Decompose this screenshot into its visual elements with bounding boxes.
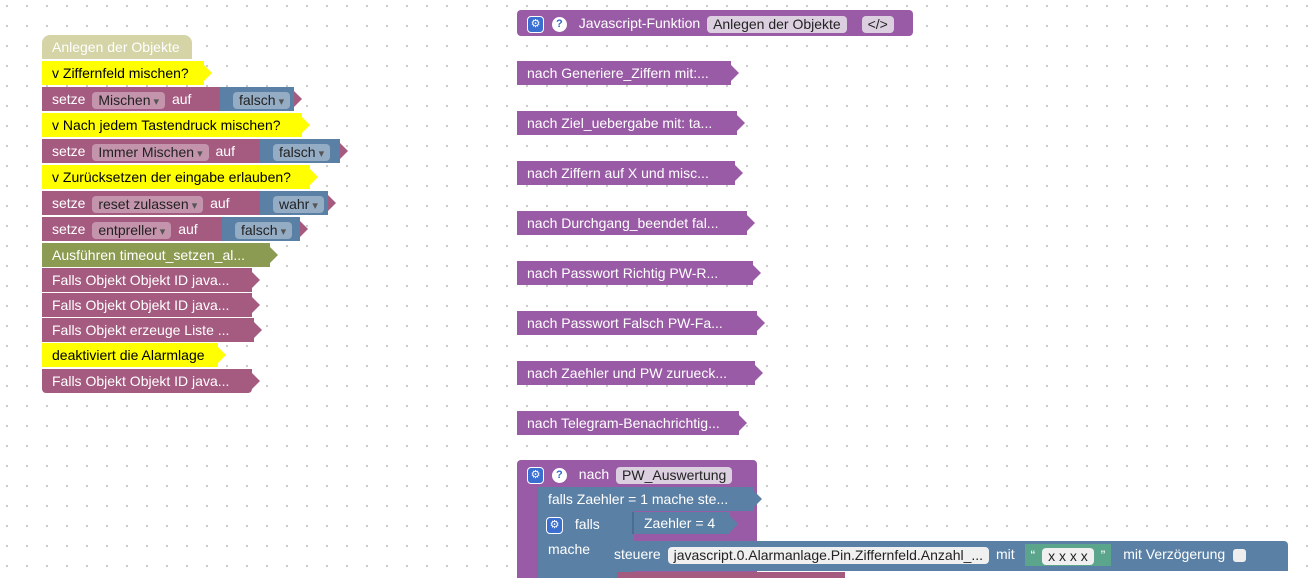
- execute-block[interactable]: Ausführen timeout_setzen_al...: [42, 243, 278, 267]
- boolean-block[interactable]: wahr: [260, 191, 328, 215]
- boolean-dropdown[interactable]: falsch: [235, 221, 293, 239]
- do-label: mache: [548, 541, 591, 557]
- set-label: setze: [52, 143, 86, 159]
- comment-block[interactable]: v Zurücksetzen der eingabe erlauben?: [42, 165, 318, 189]
- to-label: auf: [210, 195, 230, 211]
- set-label: setze: [52, 221, 86, 237]
- delay-checkbox[interactable]: [1233, 548, 1247, 562]
- variable-dropdown[interactable]: reset zulassen: [92, 195, 204, 213]
- variable-dropdown[interactable]: Immer Mischen: [92, 143, 209, 161]
- falls-object-block[interactable]: Falls Objekt erzeuge Liste ...: [42, 318, 262, 342]
- comment-block[interactable]: deaktiviert die Alarmlage: [42, 343, 226, 367]
- procedure-call-block[interactable]: nach Zaehler und PW zurueck...: [517, 361, 763, 385]
- help-icon[interactable]: ?: [551, 16, 567, 32]
- code-icon[interactable]: </>: [861, 15, 894, 33]
- to-label: auf: [171, 91, 192, 107]
- set-label: setze: [52, 91, 86, 107]
- gear-icon[interactable]: ⚙: [527, 466, 544, 484]
- procedure-call-block[interactable]: nach Durchgang_beendet fal...: [517, 211, 755, 235]
- control-block[interactable]: steuere javascript.0.Alarmanlage.Pin.Zif…: [604, 541, 1288, 571]
- procedure-name-field[interactable]: PW_Auswertung: [616, 466, 733, 484]
- text-value-field[interactable]: x x x x: [1042, 548, 1094, 566]
- open-quote-icon: “: [1030, 547, 1036, 564]
- boolean-dropdown[interactable]: falsch: [273, 143, 331, 161]
- set-variable-block[interactable]: setze reset zulassen auf wahr: [42, 191, 336, 215]
- procedure-call-block[interactable]: nach Telegram-Benachrichtig...: [517, 411, 747, 435]
- condition-block[interactable]: Zaehler = 4: [632, 512, 738, 534]
- text-block[interactable]: “ x x x x ”: [1024, 544, 1112, 567]
- set-variable-block[interactable]: setze Mischen auf falsch: [42, 87, 302, 111]
- boolean-block[interactable]: falsch: [222, 217, 300, 241]
- javascript-function-block[interactable]: ⚙ ? Javascript-Funktion Anlegen der Obje…: [517, 10, 913, 36]
- procedure-call-block[interactable]: nach Generiere_Ziffern mit:...: [517, 61, 739, 85]
- variable-dropdown[interactable]: Mischen: [92, 91, 166, 109]
- boolean-block[interactable]: falsch: [260, 139, 340, 163]
- help-icon[interactable]: ?: [551, 467, 567, 483]
- falls-object-block[interactable]: Falls Objekt Objekt ID java...: [42, 268, 260, 292]
- comment-block[interactable]: v Ziffernfeld mischen?: [42, 61, 212, 85]
- procedure-call-block[interactable]: nach Passwort Falsch PW-Fa...: [517, 311, 765, 335]
- comment-block[interactable]: v Nach jedem Tastendruck mischen?: [42, 113, 310, 137]
- hat-block[interactable]: Anlegen der Objekte: [42, 35, 192, 59]
- function-name-field[interactable]: Anlegen der Objekte: [707, 15, 847, 33]
- next-block-edge: [617, 572, 845, 578]
- procedure-label: nach: [578, 466, 610, 482]
- procedure-call-block[interactable]: nach Passwort Richtig PW-R...: [517, 261, 761, 285]
- boolean-block[interactable]: falsch: [220, 87, 294, 111]
- procedure-call-block[interactable]: nach Ziel_uebergabe mit: ta...: [517, 111, 745, 135]
- with-label: mit: [995, 546, 1015, 562]
- set-variable-block[interactable]: setze Immer Mischen auf falsch: [42, 139, 348, 163]
- object-id-field[interactable]: javascript.0.Alarmanlage.Pin.Ziffernfeld…: [667, 546, 990, 564]
- function-type-label: Javascript-Funktion: [578, 15, 701, 31]
- falls-object-block[interactable]: Falls Objekt Objekt ID java...: [42, 369, 260, 393]
- gear-icon[interactable]: ⚙: [546, 516, 563, 534]
- procedure-call-block[interactable]: nach Ziffern auf X und misc...: [517, 161, 743, 185]
- close-quote-icon: ”: [1100, 547, 1106, 564]
- boolean-dropdown[interactable]: falsch: [233, 91, 291, 109]
- set-label: setze: [52, 195, 86, 211]
- to-label: auf: [215, 143, 235, 159]
- boolean-dropdown[interactable]: wahr: [273, 195, 324, 213]
- set-variable-block[interactable]: setze entpreller auf falsch: [42, 217, 308, 241]
- if-label: falls: [574, 516, 600, 532]
- if-block[interactable]: falls Zaehler = 1 mache ste...: [538, 487, 762, 511]
- variable-dropdown[interactable]: entpreller: [92, 221, 172, 239]
- falls-object-block[interactable]: Falls Objekt Objekt ID java...: [42, 293, 260, 317]
- gear-icon[interactable]: ⚙: [527, 15, 544, 33]
- control-label: steuere: [614, 546, 661, 562]
- to-label: auf: [178, 221, 198, 237]
- delay-label: mit Verzögerung: [1123, 546, 1226, 562]
